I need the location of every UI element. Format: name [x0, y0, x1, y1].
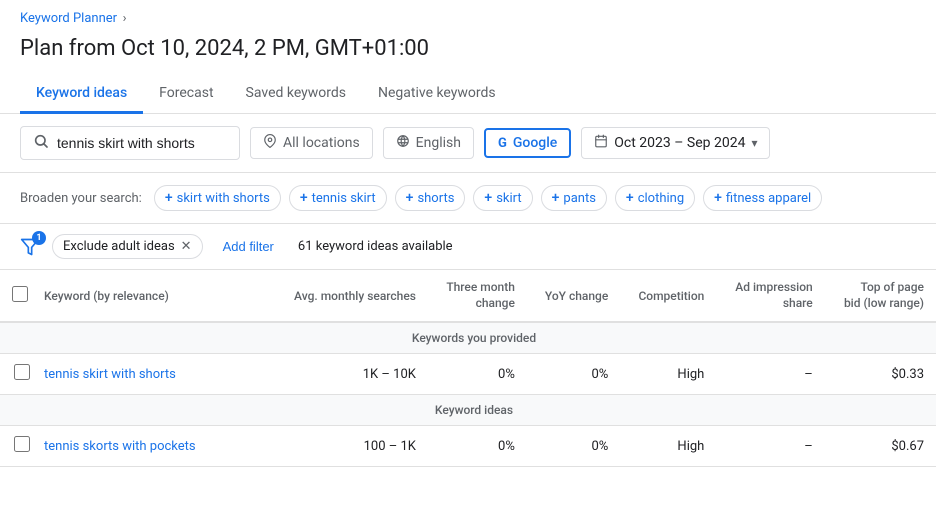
row-checkbox-cell: [0, 354, 32, 395]
chip-plus-icon: +: [552, 190, 560, 206]
search-input[interactable]: [57, 135, 217, 151]
select-all-checkbox[interactable]: [12, 286, 28, 302]
chip-shorts[interactable]: + shorts: [395, 185, 466, 211]
chip-label: pants: [563, 191, 596, 206]
th-checkbox: [0, 270, 32, 322]
location-label: All locations: [283, 135, 360, 151]
close-icon[interactable]: ✕: [181, 239, 192, 254]
page-title: Plan from Oct 10, 2024, 2 PM, GMT+01:00: [0, 30, 936, 75]
th-top-bid[interactable]: Top of pagebid (low range): [825, 270, 936, 322]
th-three-month[interactable]: Three monthchange: [428, 270, 527, 322]
keyword-cell[interactable]: tennis skorts with pockets: [32, 426, 272, 467]
table-row: tennis skorts with pockets 100 – 1K 0% 0…: [0, 426, 936, 467]
keyword-cell[interactable]: tennis skirt with shorts: [32, 354, 272, 395]
location-icon: [263, 134, 277, 152]
add-filter-button[interactable]: Add filter: [215, 235, 282, 258]
date-range-label: Oct 2023 – Sep 2024: [614, 135, 745, 151]
table-header-row: Keyword (by relevance) Avg. monthly sear…: [0, 270, 936, 322]
th-keyword[interactable]: Keyword (by relevance): [32, 270, 272, 322]
search-icon: [33, 133, 49, 153]
broaden-label: Broaden your search:: [20, 191, 142, 206]
calendar-icon: [594, 134, 608, 152]
row-checkbox[interactable]: [14, 364, 30, 380]
chip-label: tennis skirt: [312, 191, 376, 206]
chip-label: clothing: [638, 191, 684, 206]
avg-cell: 1K – 10K: [272, 354, 428, 395]
chip-skirt[interactable]: + skirt: [473, 185, 532, 211]
search-box[interactable]: [20, 126, 240, 160]
date-range-picker[interactable]: Oct 2023 – Sep 2024 ▾: [581, 127, 770, 159]
ad-impression-cell: –: [716, 354, 824, 395]
google-filter[interactable]: G Google: [484, 128, 571, 158]
language-icon: [396, 134, 410, 152]
chip-label: skirt with shorts: [177, 191, 270, 206]
th-yoy[interactable]: YoY change: [527, 270, 620, 322]
location-filter[interactable]: All locations: [250, 127, 373, 159]
competition-cell: High: [620, 426, 716, 467]
filters-row: 1 Exclude adult ideas ✕ Add filter 61 ke…: [0, 224, 936, 270]
top-bid-cell: $0.67: [825, 426, 936, 467]
chip-label: shorts: [417, 191, 454, 206]
tab-forecast[interactable]: Forecast: [143, 75, 229, 114]
exclude-adult-label: Exclude adult ideas: [63, 239, 175, 254]
tab-negative-keywords[interactable]: Negative keywords: [362, 75, 512, 114]
avg-cell: 100 – 1K: [272, 426, 428, 467]
three-month-cell: 0%: [428, 354, 527, 395]
language-filter[interactable]: English: [383, 127, 474, 159]
chip-pants[interactable]: + pants: [541, 185, 607, 211]
toolbar-row: All locations English G Google Oct 2023 …: [0, 114, 936, 173]
ad-impression-cell: –: [716, 426, 824, 467]
three-month-cell: 0%: [428, 426, 527, 467]
chip-tennis-skirt[interactable]: + tennis skirt: [289, 185, 387, 211]
chip-label: skirt: [496, 191, 521, 206]
chip-label: fitness apparel: [726, 191, 811, 206]
filter-icon-wrap: 1: [20, 237, 40, 257]
google-label: Google: [513, 135, 557, 151]
chip-plus-icon: +: [714, 190, 722, 206]
keyword-count-text: 61 keyword ideas available: [298, 239, 453, 254]
row-checkbox[interactable]: [14, 436, 30, 452]
yoy-cell: 0%: [527, 426, 620, 467]
section-ideas-label: Keyword ideas: [0, 395, 936, 426]
table-row: tennis skirt with shorts 1K – 10K 0% 0% …: [0, 354, 936, 395]
breadcrumb-link[interactable]: Keyword Planner: [20, 11, 117, 26]
chip-plus-icon: +: [165, 190, 173, 206]
keyword-table-container: Keyword (by relevance) Avg. monthly sear…: [0, 270, 936, 467]
chip-clothing[interactable]: + clothing: [615, 185, 695, 211]
th-competition[interactable]: Competition: [620, 270, 716, 322]
th-ad-impression[interactable]: Ad impressionshare: [716, 270, 824, 322]
google-icon: G: [498, 136, 507, 151]
yoy-cell: 0%: [527, 354, 620, 395]
chip-plus-icon: +: [300, 190, 308, 206]
section-provided-label: Keywords you provided: [0, 322, 936, 354]
section-provided: Keywords you provided: [0, 322, 936, 354]
chip-fitness-apparel[interactable]: + fitness apparel: [703, 185, 822, 211]
chip-plus-icon: +: [406, 190, 414, 206]
language-label: English: [416, 135, 461, 151]
row-checkbox-cell: [0, 426, 32, 467]
filter-badge: 1: [32, 231, 46, 245]
top-bid-cell: $0.33: [825, 354, 936, 395]
chip-plus-icon: +: [484, 190, 492, 206]
breadcrumb-chevron: ›: [123, 11, 127, 26]
tabs-bar: Keyword ideas Forecast Saved keywords Ne…: [0, 75, 936, 114]
competition-cell: High: [620, 354, 716, 395]
th-avg-monthly[interactable]: Avg. monthly searches: [272, 270, 428, 322]
chip-skirt-with-shorts[interactable]: + skirt with shorts: [154, 185, 281, 211]
chip-plus-icon: +: [626, 190, 634, 206]
dropdown-chevron-icon: ▾: [751, 136, 757, 150]
exclude-adult-chip[interactable]: Exclude adult ideas ✕: [52, 234, 203, 259]
keyword-table: Keyword (by relevance) Avg. monthly sear…: [0, 270, 936, 467]
section-ideas: Keyword ideas: [0, 395, 936, 426]
tab-keyword-ideas[interactable]: Keyword ideas: [20, 75, 143, 114]
broaden-row: Broaden your search: + skirt with shorts…: [0, 173, 936, 224]
tab-saved-keywords[interactable]: Saved keywords: [230, 75, 362, 114]
